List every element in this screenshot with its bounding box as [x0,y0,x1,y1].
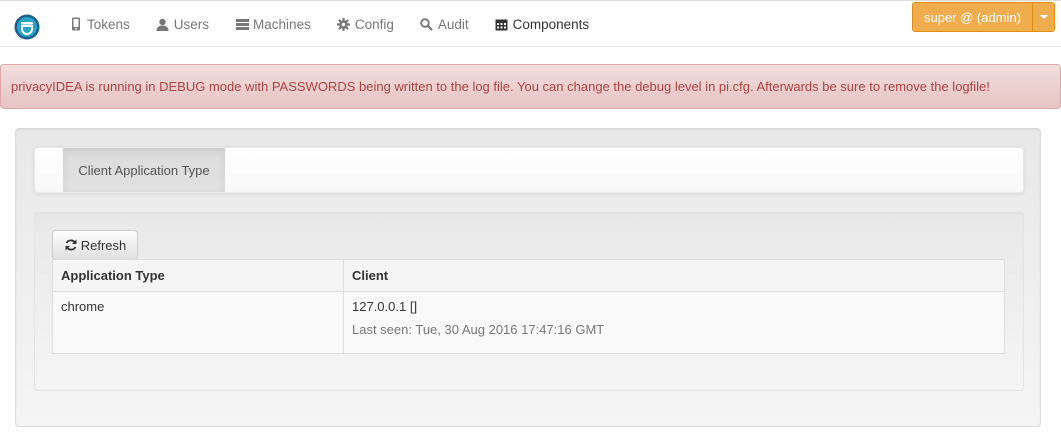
client-value: 127.0.0.1 [] [352,299,418,314]
nav-machines[interactable]: Machines [222,1,324,47]
tab-client-application-type-label: Client Application Type [78,162,210,178]
server-icon [235,17,249,31]
last-seen-text: Last seen: Tue, 30 Aug 2016 17:47:16 GMT [352,322,605,337]
nav-users[interactable]: Users [143,1,222,47]
nav-audit-label: Audit [437,16,469,32]
client-application-table: Application Type Client chrome 127.0.0.1… [52,259,1005,354]
components-panel: Client Application Type Refresh Applicat… [15,128,1041,427]
phone-icon [69,17,83,31]
user-icon [156,17,170,31]
calendar-icon [495,17,509,31]
nav-config[interactable]: Config [324,1,407,47]
nav-components[interactable]: Components [482,1,603,47]
debug-warning-alert: privacyIDEA is running in DEBUG mode wit… [0,64,1061,109]
nav-config-label: Config [354,16,394,32]
privacyidea-logo-icon[interactable] [14,14,40,40]
search-icon [420,17,434,31]
components-tab-bar: Client Application Type [34,147,1024,193]
tab-client-application-type[interactable]: Client Application Type [63,148,225,192]
top-navbar: Tokens Users Machines Config Audit Compo… [0,0,1061,47]
nav-audit[interactable]: Audit [407,1,482,47]
refresh-button[interactable]: Refresh [52,230,138,260]
table-row: chrome 127.0.0.1 [] Last seen: Tue, 30 A… [52,291,1005,354]
column-header-client[interactable]: Client [343,259,1005,292]
refresh-icon [64,238,78,252]
client-application-panel: Refresh Application Type Client chrome 1… [34,212,1024,391]
nav-tokens[interactable]: Tokens [56,1,143,47]
cell-application-type: chrome [52,291,344,354]
user-menu-label[interactable]: super @ (admin) [913,3,1032,31]
refresh-button-label: Refresh [80,237,127,253]
debug-warning-text: privacyIDEA is running in DEBUG mode wit… [11,79,990,94]
gear-icon [337,17,351,31]
application-type-value: chrome [61,299,105,314]
caret-down-icon [1039,15,1048,19]
user-menu-button[interactable]: super @ (admin) [912,2,1055,32]
nav-users-label: Users [173,16,210,32]
column-header-application-type[interactable]: Application Type [52,259,344,292]
nav-machines-label: Machines [253,16,311,32]
nav-components-label: Components [512,16,590,32]
nav-tokens-label: Tokens [87,16,130,32]
cell-client: 127.0.0.1 [] Last seen: Tue, 30 Aug 2016… [343,291,1005,354]
user-menu-dropdown-toggle[interactable] [1032,3,1054,31]
table-header-row: Application Type Client [52,259,1005,292]
